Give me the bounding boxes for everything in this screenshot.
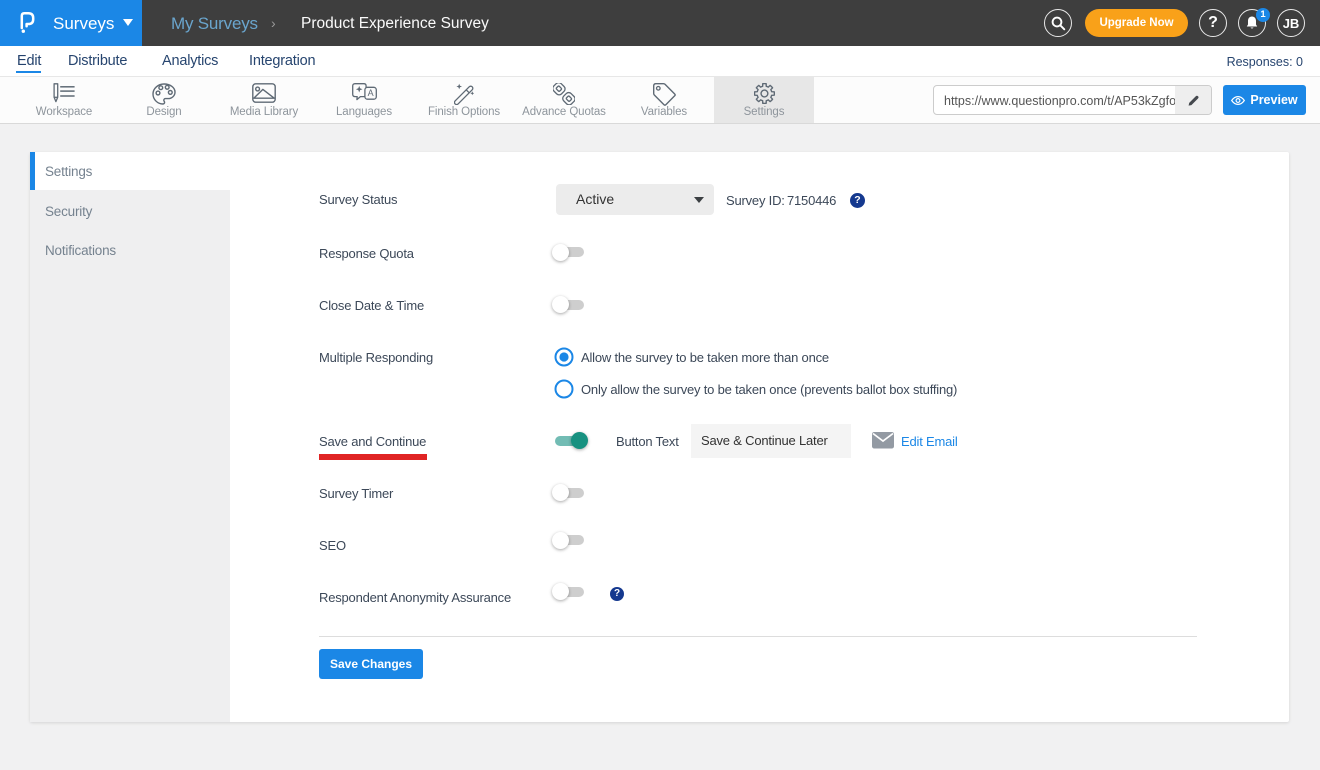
svg-text:A: A	[367, 88, 373, 98]
